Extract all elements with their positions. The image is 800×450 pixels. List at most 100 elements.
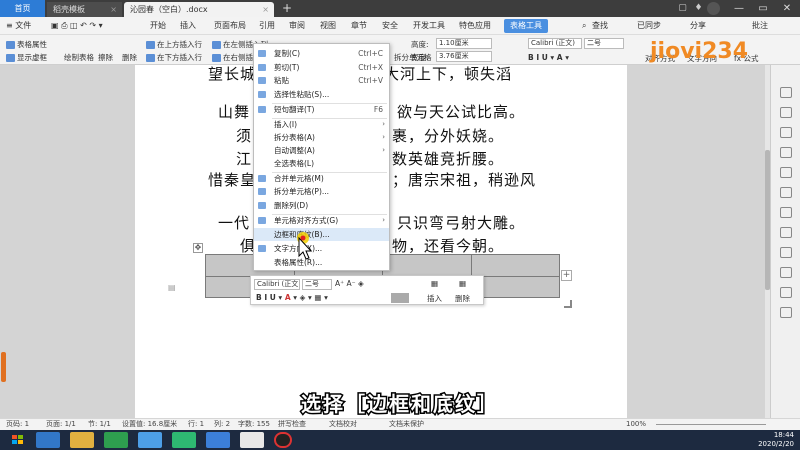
close-icon[interactable]: × (110, 2, 117, 17)
table-add-button[interactable]: + (561, 270, 572, 281)
search-label[interactable]: 查找 (592, 17, 608, 35)
menu-split-cells[interactable]: 拆分单元格(P)... (254, 185, 389, 198)
share-icon[interactable] (780, 247, 792, 258)
baidu-netdisk-icon[interactable] (138, 432, 162, 448)
menu-review[interactable]: 审阅 (289, 17, 305, 35)
mini-delete-icon[interactable]: ▦ (459, 279, 466, 288)
menu-insert[interactable]: 插入(I) › (254, 118, 389, 131)
share-button[interactable]: 分享 (690, 17, 706, 35)
store-icon[interactable] (104, 432, 128, 448)
proofread-button[interactable]: 文档校对 (329, 419, 357, 430)
mini-size-select[interactable]: 二号 (302, 279, 332, 290)
menu-insert[interactable]: 插入 (180, 17, 196, 35)
menu-start[interactable]: 开始 (150, 17, 166, 35)
table-move-handle[interactable]: ✥ (193, 243, 203, 253)
backup-icon[interactable] (780, 187, 792, 198)
menu-layout[interactable]: 页面布局 (214, 17, 246, 35)
menu-references[interactable]: 引用 (259, 17, 275, 35)
recorder-icon[interactable] (274, 432, 292, 448)
height-field[interactable]: 1.10厘米 (436, 38, 492, 49)
menu-file[interactable]: ≡ 文件 (6, 17, 31, 35)
tab-home[interactable]: 首页 (0, 0, 45, 17)
sync-status[interactable]: 已同步 (637, 17, 661, 35)
help-icon[interactable] (780, 267, 792, 278)
menu-table-tools[interactable]: 表格工具 (504, 19, 548, 33)
menu-special[interactable]: 特色应用 (459, 17, 491, 35)
start-icon[interactable] (6, 432, 30, 448)
chrome-icon[interactable] (240, 432, 264, 448)
mini-insert-button[interactable]: 插入 (427, 293, 442, 304)
mini-font-select[interactable]: Calibri (正文 (254, 279, 300, 290)
table-properties-button[interactable]: 表格属性 (6, 39, 47, 50)
insert-row-above-button[interactable]: 在上方插入行 (146, 39, 202, 50)
mini-insert-icon[interactable]: ▦ (431, 279, 438, 288)
quick-access-icons[interactable]: ▣ ⎙ ◫ ↶ ↷ ▾ (51, 17, 103, 35)
show-gridlines-button[interactable]: 显示虚框 (6, 52, 47, 63)
wps-writer-icon[interactable] (206, 432, 230, 448)
erase-button[interactable]: 擦除 (98, 52, 113, 63)
draw-table-button[interactable]: 绘制表格 (64, 52, 94, 63)
tab-daoke-templates[interactable]: 稻壳模板 × (47, 2, 122, 17)
mini-format-buttons[interactable]: B I U ▾ A ▾ ◈ ▾ ▦ ▾ (256, 293, 328, 302)
table-cell[interactable] (382, 254, 472, 277)
window-close-button[interactable]: ✕ (776, 0, 798, 17)
tile-icon[interactable]: ▢ (676, 2, 689, 15)
select-icon[interactable] (780, 107, 792, 118)
menu-select-table[interactable]: 全选表格(L) (254, 157, 389, 170)
table-cell[interactable] (470, 254, 560, 277)
format-buttons[interactable]: B I U ▾ A ▾ (528, 53, 569, 62)
pen-icon[interactable] (780, 207, 792, 218)
menu-text-direction[interactable]: 文字方向(X)... (254, 242, 389, 255)
font-grow-icons[interactable]: A⁺ A⁻ ◈ (335, 279, 364, 288)
menu-security[interactable]: 安全 (382, 17, 398, 35)
settings-icon[interactable] (780, 167, 792, 178)
shape-icon[interactable] (780, 127, 792, 138)
minimize-button[interactable]: — (728, 0, 750, 17)
menu-copy[interactable]: 复制(C) Ctrl+C (254, 47, 389, 60)
ie-icon[interactable] (36, 432, 60, 448)
tab-document[interactable]: 沁园春（空白）.docx × (124, 2, 274, 17)
zoom-level[interactable]: 100% (626, 419, 646, 430)
menu-paste-special[interactable]: 选择性粘贴(S)... (254, 88, 389, 101)
skin-icon[interactable]: ♦ (692, 2, 705, 15)
menu-table-properties[interactable]: 表格属性(R)... (254, 256, 389, 269)
menu-borders-shading[interactable]: 边框和底纹(B)... (254, 228, 389, 241)
font-name-select[interactable]: Calibri (正文) (528, 38, 582, 49)
zoom-slider[interactable] (656, 424, 766, 425)
menu-merge-cells[interactable]: 合并单元格(M) (254, 172, 389, 185)
spell-check-button[interactable]: 拼写检查 (278, 419, 306, 430)
explorer-icon[interactable] (70, 432, 94, 448)
menu-cell-alignment[interactable]: 单元格对齐方式(G) › (254, 214, 389, 227)
menu-delete-column[interactable]: 删除列(D) (254, 199, 389, 212)
properties-icon[interactable] (780, 147, 792, 158)
menu-view[interactable]: 视图 (320, 17, 336, 35)
menu-cut[interactable]: 剪切(T) Ctrl+X (254, 61, 389, 74)
menu-translate[interactable]: 短句翻译(T) F6 (254, 103, 389, 116)
avatar[interactable] (707, 2, 720, 15)
menu-devtools[interactable]: 开发工具 (413, 17, 445, 35)
shading-button[interactable] (391, 293, 409, 303)
nav-icon[interactable] (780, 307, 792, 318)
insert-row-below-button[interactable]: 在下方插入行 (146, 52, 202, 63)
menu-paste[interactable]: 粘贴 Ctrl+V (254, 74, 389, 87)
mini-delete-button[interactable]: 删除 (455, 293, 470, 304)
new-tab-button[interactable]: + (282, 1, 292, 16)
protection-status[interactable]: 文档未保护 (389, 419, 424, 430)
search-icon[interactable]: ⌕ (582, 17, 586, 35)
style-icon[interactable] (780, 87, 792, 98)
table-cell[interactable] (470, 275, 560, 298)
width-field[interactable]: 3.76厘米 (436, 51, 492, 62)
comment-button[interactable]: 批注 (752, 17, 768, 35)
menu-split-table[interactable]: 拆分表格(A) › (254, 131, 389, 144)
translate-icon[interactable] (780, 287, 792, 298)
browser-360-icon[interactable] (172, 432, 196, 448)
table-resize-handle[interactable] (564, 300, 572, 308)
maximize-button[interactable]: ▭ (752, 0, 774, 17)
crop-icon[interactable] (780, 227, 792, 238)
menu-chapter[interactable]: 章节 (351, 17, 367, 35)
close-icon[interactable]: × (262, 2, 269, 17)
delete-button[interactable]: 删除 (122, 52, 137, 63)
menu-autofit[interactable]: 自动调整(A) › (254, 144, 389, 157)
font-size-select[interactable]: 二号 (584, 38, 624, 49)
system-clock[interactable]: 18:44 2020/2/20 (758, 431, 794, 449)
